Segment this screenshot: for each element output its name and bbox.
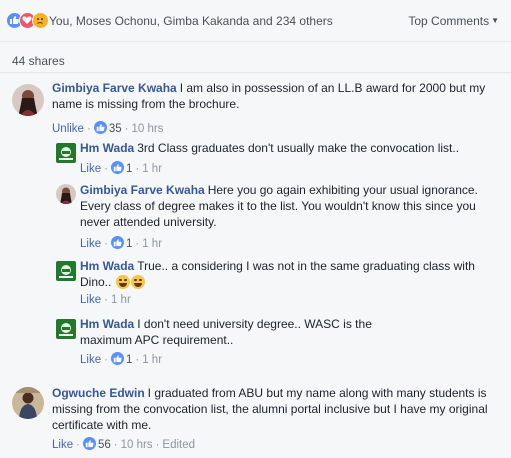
reply: Hm Wada True.. a considering I was not in… <box>56 258 502 314</box>
like-link[interactable]: Like <box>52 439 73 451</box>
avatar[interactable] <box>12 387 44 419</box>
like-count-icon[interactable] <box>110 236 124 249</box>
comment-timestamp[interactable]: 1 hr <box>142 238 162 250</box>
like-count[interactable]: 35 <box>109 123 122 135</box>
shares-count-link[interactable]: 44 shares <box>12 54 65 68</box>
comment-author[interactable]: Hm Wada <box>80 317 134 331</box>
comment-body: Hm Wada 3rd Class graduates don't usually… <box>80 140 500 156</box>
comment-timestamp[interactable]: 10 hrs <box>121 439 153 451</box>
grinning-face-icon <box>115 275 130 289</box>
like-count-icon[interactable] <box>110 352 124 365</box>
comment-body: Ogwuche Edwin I graduated from ABU but my… <box>52 385 500 433</box>
sort-label: Top Comments <box>408 14 490 28</box>
like-count[interactable]: 1 <box>126 163 132 175</box>
like-count-icon[interactable] <box>110 161 124 174</box>
avatar[interactable] <box>56 261 76 281</box>
avatar[interactable] <box>56 319 76 339</box>
like-count-icon[interactable] <box>82 437 96 450</box>
comment-actions: Like · 56 · 10 hrs · Edited <box>52 437 196 451</box>
unlike-link[interactable]: Unlike <box>52 123 84 135</box>
comment-body: Gimbiya Farve Kwaha I am also in possessi… <box>52 80 500 112</box>
comment-timestamp[interactable]: 1 hr <box>142 163 162 175</box>
comment-author[interactable]: Ogwuche Edwin <box>52 386 145 400</box>
like-count-icon[interactable] <box>93 121 107 134</box>
edited-label[interactable]: Edited <box>162 439 195 451</box>
reaction-summary-link[interactable]: You, Moses Ochonu, Gimba Kakanda and 234… <box>49 14 333 28</box>
like-link[interactable]: Like <box>80 163 101 175</box>
like-count[interactable]: 56 <box>98 439 111 451</box>
comment-actions: Like · 1 · 1 hr <box>80 161 163 175</box>
comment-timestamp[interactable]: 10 hrs <box>131 123 163 135</box>
reactions-bar: You, Moses Ochonu, Gimba Kakanda and 234… <box>0 0 511 42</box>
reply: Hm Wada I don't need university degree.. … <box>56 316 502 372</box>
comment-text: 3rd Class graduates don't usually make t… <box>137 141 460 155</box>
comment-body: Hm Wada True.. a considering I was not in… <box>80 258 490 290</box>
comment-author[interactable]: Gimbiya Farve Kwaha <box>52 81 177 95</box>
grinning-face-icon <box>130 275 145 289</box>
avatar[interactable] <box>56 143 76 163</box>
like-link[interactable]: Like <box>80 354 101 366</box>
like-link[interactable]: Like <box>80 238 101 250</box>
avatar[interactable] <box>12 84 44 116</box>
comment-actions: Like · 1 · 1 hr <box>80 352 163 366</box>
sad-reaction-icon <box>32 12 49 29</box>
comment-timestamp[interactable]: 1 hr <box>142 354 162 366</box>
reply: Hm Wada 3rd Class graduates don't usually… <box>56 140 502 180</box>
comment-actions: Like · 1 hr <box>80 294 131 306</box>
reply: Gimbiya Farve Kwaha Here you go again exh… <box>56 182 502 254</box>
comment-body: Gimbiya Farve Kwaha Here you go again exh… <box>80 182 480 230</box>
comment-author[interactable]: Hm Wada <box>80 141 134 155</box>
sort-comments-dropdown[interactable]: Top Comments ▼ <box>408 14 499 28</box>
comment-author[interactable]: Gimbiya Farve Kwaha <box>80 183 205 197</box>
comment-body: Hm Wada I don't need university degree.. … <box>80 316 420 348</box>
comment-actions: Like · 1 · 1 hr <box>80 236 163 250</box>
comment-timestamp[interactable]: 1 hr <box>111 294 131 306</box>
like-count[interactable]: 1 <box>126 238 132 250</box>
comment-actions: Unlike · 35 · 10 hrs <box>52 121 164 135</box>
comment-author[interactable]: Hm Wada <box>80 259 134 273</box>
chevron-down-icon: ▼ <box>491 16 499 25</box>
avatar[interactable] <box>56 184 76 204</box>
comment: Ogwuche Edwin I graduated from ABU but my… <box>12 385 502 455</box>
divider <box>0 72 511 73</box>
like-count[interactable]: 1 <box>126 354 132 366</box>
like-link[interactable]: Like <box>80 294 101 306</box>
comment: Gimbiya Farve Kwaha I am also in possessi… <box>12 80 502 138</box>
